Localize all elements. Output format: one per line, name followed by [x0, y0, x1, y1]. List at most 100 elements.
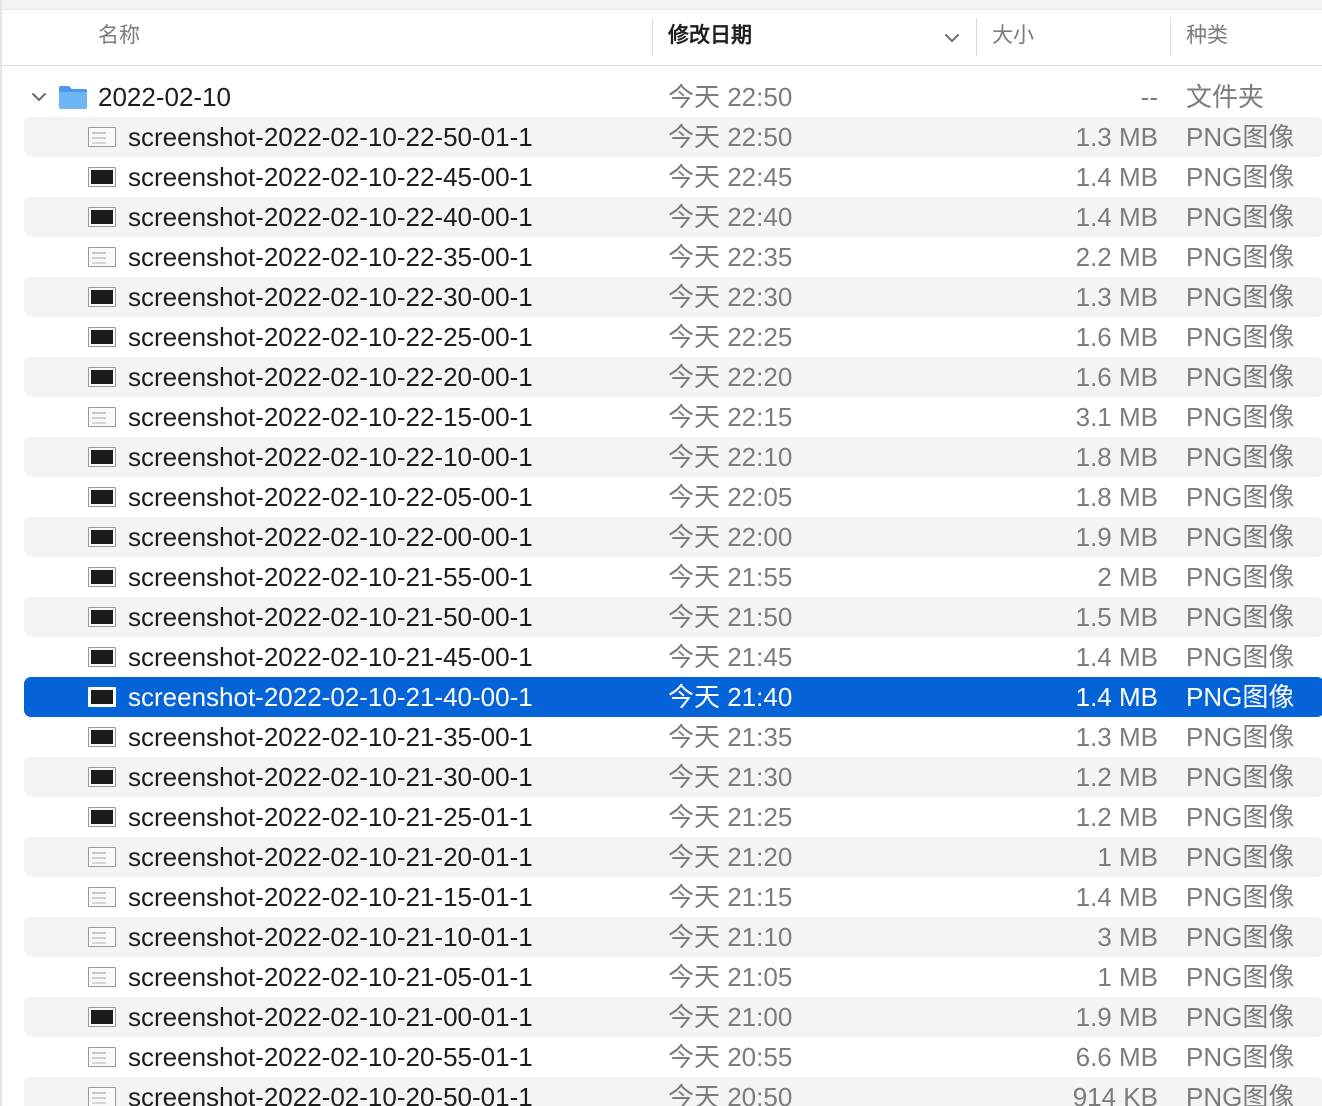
file-row[interactable]: screenshot-2022-02-10-22-25-00-1 今天 22:25…	[24, 317, 1322, 357]
file-row[interactable]: screenshot-2022-02-10-22-20-00-1 今天 22:20…	[24, 357, 1322, 397]
png-thumbnail-icon	[88, 967, 116, 987]
file-name: screenshot-2022-02-10-20-50-01-1	[128, 1082, 533, 1106]
file-size: 1.3 MB	[1075, 122, 1158, 152]
file-row[interactable]: screenshot-2022-02-10-20-50-01-1 今天 20:50…	[24, 1077, 1322, 1106]
file-name: screenshot-2022-02-10-21-15-01-1	[128, 882, 533, 912]
file-kind: PNG图像	[1186, 722, 1295, 752]
file-row[interactable]: screenshot-2022-02-10-21-45-00-1 今天 21:45…	[24, 637, 1322, 677]
file-date: 今天 21:15	[668, 882, 793, 912]
column-divider[interactable]	[652, 18, 653, 56]
png-thumbnail-icon	[88, 607, 116, 627]
file-date: 今天 21:35	[668, 722, 793, 752]
file-row[interactable]: screenshot-2022-02-10-21-20-01-1 今天 21:20…	[24, 837, 1322, 877]
folder-row[interactable]: 2022-02-10 今天 22:50 -- 文件夹	[24, 77, 1322, 117]
file-size: 1.3 MB	[1075, 282, 1158, 312]
column-divider[interactable]	[976, 18, 977, 56]
column-header-size[interactable]: 大小	[992, 10, 1034, 66]
file-name: screenshot-2022-02-10-20-55-01-1	[128, 1042, 533, 1072]
file-size: 1.6 MB	[1075, 362, 1158, 392]
file-row[interactable]: screenshot-2022-02-10-21-05-01-1 今天 21:05…	[24, 957, 1322, 997]
folder-name: 2022-02-10	[98, 82, 231, 112]
file-row[interactable]: screenshot-2022-02-10-22-05-00-1 今天 22:05…	[24, 477, 1322, 517]
file-kind: PNG图像	[1186, 122, 1295, 152]
file-size: 1.5 MB	[1075, 602, 1158, 632]
file-kind: PNG图像	[1186, 362, 1295, 392]
file-date: 今天 22:35	[668, 242, 793, 272]
file-row[interactable]: screenshot-2022-02-10-22-00-00-1 今天 22:00…	[24, 517, 1322, 557]
file-row[interactable]: screenshot-2022-02-10-21-15-01-1 今天 21:15…	[24, 877, 1322, 917]
file-size: 1.8 MB	[1075, 442, 1158, 472]
folder-kind: 文件夹	[1186, 82, 1265, 112]
toolbar-edge	[2, 0, 1322, 10]
file-kind: PNG图像	[1186, 682, 1295, 712]
disclosure-chevron-icon[interactable]	[30, 88, 48, 106]
file-row[interactable]: screenshot-2022-02-10-22-50-01-1 今天 22:50…	[24, 117, 1322, 157]
file-date: 今天 22:30	[668, 282, 793, 312]
file-row[interactable]: screenshot-2022-02-10-22-10-00-1 今天 22:10…	[24, 437, 1322, 477]
file-row[interactable]: screenshot-2022-02-10-22-15-00-1 今天 22:15…	[24, 397, 1322, 437]
file-size: 1.9 MB	[1075, 1002, 1158, 1032]
column-divider[interactable]	[1170, 18, 1171, 56]
png-thumbnail-icon	[88, 247, 116, 267]
file-row[interactable]: screenshot-2022-02-10-21-10-01-1 今天 21:10…	[24, 917, 1322, 957]
file-row[interactable]: screenshot-2022-02-10-22-30-00-1 今天 22:30…	[24, 277, 1322, 317]
file-name: screenshot-2022-02-10-21-05-01-1	[128, 962, 533, 992]
file-kind: PNG图像	[1186, 322, 1295, 352]
file-size: 2.2 MB	[1075, 242, 1158, 272]
file-date: 今天 22:40	[668, 202, 793, 232]
png-thumbnail-icon	[88, 287, 116, 307]
file-row[interactable]: screenshot-2022-02-10-22-45-00-1 今天 22:45…	[24, 157, 1322, 197]
file-date: 今天 21:30	[668, 762, 793, 792]
file-row[interactable]: screenshot-2022-02-10-21-30-00-1 今天 21:30…	[24, 757, 1322, 797]
file-kind: PNG图像	[1186, 202, 1295, 232]
file-kind: PNG图像	[1186, 802, 1295, 832]
file-kind: PNG图像	[1186, 882, 1295, 912]
file-name: screenshot-2022-02-10-22-45-00-1	[128, 162, 533, 192]
folder-icon	[59, 86, 87, 109]
file-row[interactable]: screenshot-2022-02-10-20-55-01-1 今天 20:55…	[24, 1037, 1322, 1077]
file-row[interactable]: screenshot-2022-02-10-21-25-01-1 今天 21:25…	[24, 797, 1322, 837]
file-row[interactable]: screenshot-2022-02-10-22-40-00-1 今天 22:40…	[24, 197, 1322, 237]
png-thumbnail-icon	[88, 1047, 116, 1067]
file-date: 今天 21:10	[668, 922, 793, 952]
file-kind: PNG图像	[1186, 922, 1295, 952]
column-header-date[interactable]: 修改日期	[668, 10, 752, 66]
file-size: 1.9 MB	[1075, 522, 1158, 552]
png-thumbnail-icon	[88, 567, 116, 587]
file-row[interactable]: screenshot-2022-02-10-21-35-00-1 今天 21:35…	[24, 717, 1322, 757]
file-name: screenshot-2022-02-10-22-00-00-1	[128, 522, 533, 552]
file-kind: PNG图像	[1186, 522, 1295, 552]
file-row[interactable]: screenshot-2022-02-10-21-55-00-1 今天 21:55…	[24, 557, 1322, 597]
file-kind: PNG图像	[1186, 1002, 1295, 1032]
file-row[interactable]: screenshot-2022-02-10-22-35-00-1 今天 22:35…	[24, 237, 1322, 277]
file-size: 2 MB	[1097, 562, 1158, 592]
file-name: screenshot-2022-02-10-22-30-00-1	[128, 282, 533, 312]
file-kind: PNG图像	[1186, 602, 1295, 632]
file-name: screenshot-2022-02-10-21-50-00-1	[128, 602, 533, 632]
png-thumbnail-icon	[88, 367, 116, 387]
column-header-kind[interactable]: 种类	[1186, 10, 1228, 66]
file-row[interactable]: screenshot-2022-02-10-21-00-01-1 今天 21:00…	[24, 997, 1322, 1037]
file-date: 今天 22:25	[668, 322, 793, 352]
folder-date: 今天 22:50	[668, 82, 793, 112]
file-row[interactable]: screenshot-2022-02-10-21-50-00-1 今天 21:50…	[24, 597, 1322, 637]
png-thumbnail-icon	[88, 487, 116, 507]
file-size: 1 MB	[1097, 842, 1158, 872]
file-date: 今天 21:00	[668, 1002, 793, 1032]
file-size: 1.4 MB	[1075, 682, 1158, 712]
file-size: 1.4 MB	[1075, 882, 1158, 912]
file-name: screenshot-2022-02-10-22-10-00-1	[128, 442, 533, 472]
png-thumbnail-icon	[88, 847, 116, 867]
file-name: screenshot-2022-02-10-21-25-01-1	[128, 802, 533, 832]
file-name: screenshot-2022-02-10-21-00-01-1	[128, 1002, 533, 1032]
chevron-down-icon[interactable]	[942, 28, 962, 48]
file-date: 今天 21:45	[668, 642, 793, 672]
column-header-name[interactable]: 名称	[98, 10, 140, 66]
file-name: screenshot-2022-02-10-21-40-00-1	[128, 682, 533, 712]
file-row-selected[interactable]: screenshot-2022-02-10-21-40-00-1 今天 21:40…	[24, 677, 1322, 717]
file-date: 今天 22:15	[668, 402, 793, 432]
file-size: 914 KB	[1072, 1082, 1158, 1106]
file-date: 今天 21:40	[668, 682, 793, 712]
file-kind: PNG图像	[1186, 242, 1295, 272]
finder-list-view: 名称 修改日期 大小 种类 2022-02-10 今天 22:50 -- 文件夹…	[0, 0, 1322, 1106]
